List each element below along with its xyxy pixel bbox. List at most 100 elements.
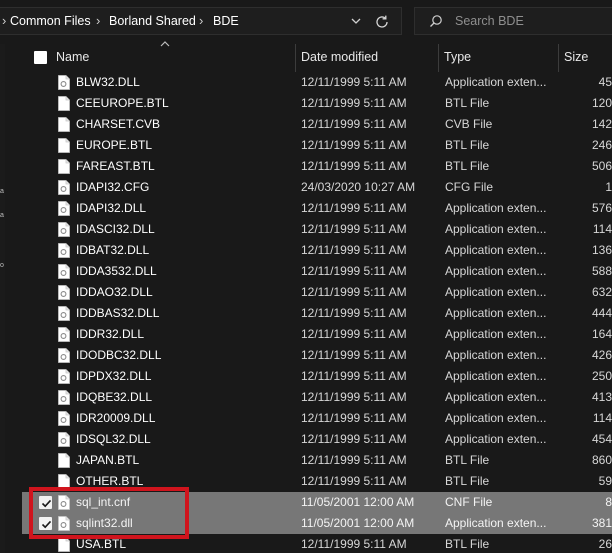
chevron-right-icon[interactable]: ›: [199, 14, 209, 28]
settings-file-icon: [58, 390, 70, 405]
file-type: Application exten...: [445, 306, 547, 320]
file-row[interactable]: CEEUROPE.BTL 12/11/1999 5:11 AM BTL File 12…: [22, 93, 612, 114]
search-box[interactable]: [414, 7, 612, 35]
settings-file-icon: [58, 180, 70, 195]
settings-file-icon: [58, 327, 70, 342]
toolbar: › Common Files › Borland Shared › BDE: [0, 0, 612, 44]
file-type: BTL File: [445, 138, 490, 152]
navigation-pane[interactable]: a a o: [0, 44, 5, 553]
column-size[interactable]: Size: [558, 44, 588, 72]
file-size: 114: [592, 411, 612, 425]
file-name[interactable]: IDAPI32.DLL: [76, 198, 298, 219]
file-row[interactable]: IDR20009.DLL 12/11/1999 5:11 AM Applicatio…: [22, 408, 612, 429]
search-input[interactable]: [455, 13, 605, 29]
file-row[interactable]: IDPDX32.DLL 12/11/1999 5:11 AM Application…: [22, 366, 612, 387]
file-name[interactable]: IDPDX32.DLL: [76, 366, 298, 387]
file-row[interactable]: FAREAST.BTL 12/11/1999 5:11 AM BTL File 506: [22, 156, 612, 177]
file-size: 45: [598, 75, 612, 89]
address-bar[interactable]: › Common Files › Borland Shared › BDE: [0, 7, 402, 35]
file-name[interactable]: EUROPE.BTL: [76, 135, 298, 156]
file-name[interactable]: IDASCI32.DLL: [76, 219, 298, 240]
file-name[interactable]: FAREAST.BTL: [76, 156, 298, 177]
file-icon: [58, 117, 70, 132]
file-size: 506: [591, 159, 612, 173]
file-type: Application exten...: [445, 369, 547, 383]
settings-file-icon: [58, 411, 70, 426]
file-date-modified: 24/03/2020 10:27 AM: [301, 180, 416, 194]
file-date-modified: 12/11/1999 5:11 AM: [301, 243, 407, 257]
file-name[interactable]: IDR20009.DLL: [76, 408, 298, 429]
file-row[interactable]: IDAPI32.DLL 12/11/1999 5:11 AM Application…: [22, 198, 612, 219]
nav-fragment: a: [0, 212, 4, 219]
column-date-modified[interactable]: Date modified: [295, 44, 378, 72]
file-date-modified: 12/11/1999 5:11 AM: [301, 138, 407, 152]
settings-file-icon: [58, 201, 70, 216]
file-row[interactable]: IDDR32.DLL 12/11/1999 5:11 AM Application …: [22, 324, 612, 345]
file-type: Application exten...: [445, 222, 547, 236]
file-type: BTL File: [445, 537, 490, 551]
file-type: Application exten...: [445, 285, 547, 299]
file-size: 114: [592, 222, 612, 236]
select-all-checkbox[interactable]: [34, 51, 47, 64]
column-type[interactable]: Type: [438, 44, 471, 72]
file-name[interactable]: IDDA3532.DLL: [76, 261, 298, 282]
chevron-down-icon[interactable]: [350, 14, 362, 28]
file-size: 413: [591, 390, 612, 404]
file-name[interactable]: BLW32.DLL: [76, 72, 298, 93]
file-name[interactable]: IDAPI32.CFG: [76, 177, 298, 198]
file-size: 1: [605, 180, 612, 194]
file-name[interactable]: CHARSET.CVB: [76, 114, 298, 135]
nav-fragment: a: [0, 188, 4, 195]
file-row[interactable]: EUROPE.BTL 12/11/1999 5:11 AM BTL File 246: [22, 135, 612, 156]
file-size: 632: [591, 285, 612, 299]
refresh-icon[interactable]: [373, 13, 391, 31]
file-name[interactable]: IDDAO32.DLL: [76, 282, 298, 303]
file-name[interactable]: IDODBC32.DLL: [76, 345, 298, 366]
file-size: 588: [591, 264, 612, 278]
file-size: 426: [591, 348, 612, 362]
file-row[interactable]: IDDAO32.DLL 12/11/1999 5:11 AM Application…: [22, 282, 612, 303]
file-row[interactable]: IDQBE32.DLL 12/11/1999 5:11 AM Application…: [22, 387, 612, 408]
settings-file-icon: [58, 264, 70, 279]
file-row[interactable]: CHARSET.CVB 12/11/1999 5:11 AM CVB File 142: [22, 114, 612, 135]
file-name[interactable]: IDDBAS32.DLL: [76, 303, 298, 324]
file-type: Application exten...: [445, 348, 547, 362]
column-name[interactable]: Name: [50, 44, 89, 72]
annotation-highlight-box: [29, 487, 189, 539]
file-size: 59: [598, 474, 612, 488]
file-date-modified: 12/11/1999 5:11 AM: [301, 411, 407, 425]
file-row[interactable]: IDDA3532.DLL 12/11/1999 5:11 AM Applicatio…: [22, 261, 612, 282]
file-type: CVB File: [445, 117, 493, 131]
file-name[interactable]: JAPAN.BTL: [76, 450, 298, 471]
file-date-modified: 12/11/1999 5:11 AM: [301, 537, 407, 551]
file-size: 8: [605, 495, 612, 509]
file-icon: [58, 537, 70, 552]
file-row[interactable]: IDSQL32.DLL 12/11/1999 5:11 AM Application…: [22, 429, 612, 450]
breadcrumb-borland-shared[interactable]: Borland Shared: [109, 14, 196, 28]
file-row[interactable]: BLW32.DLL 12/11/1999 5:11 AM Application e…: [22, 72, 612, 93]
file-row[interactable]: IDDBAS32.DLL 12/11/1999 5:11 AM Applicatio…: [22, 303, 612, 324]
file-row[interactable]: IDAPI32.CFG 24/03/2020 10:27 AM CFG File 1: [22, 177, 612, 198]
chevron-right-icon[interactable]: ›: [96, 14, 106, 28]
file-row[interactable]: IDBAT32.DLL 12/11/1999 5:11 AM Application…: [22, 240, 612, 261]
file-size: 120: [591, 96, 612, 110]
breadcrumb-common-files[interactable]: Common Files: [10, 14, 91, 28]
file-name[interactable]: IDBAT32.DLL: [76, 240, 298, 261]
file-row[interactable]: JAPAN.BTL 12/11/1999 5:11 AM BTL File 860: [22, 450, 612, 471]
file-date-modified: 12/11/1999 5:11 AM: [301, 159, 407, 173]
file-type: BTL File: [445, 474, 490, 488]
file-list: BLW32.DLL 12/11/1999 5:11 AM Application e…: [22, 72, 612, 553]
breadcrumb-bde[interactable]: BDE: [213, 14, 239, 28]
file-name[interactable]: IDQBE32.DLL: [76, 387, 298, 408]
file-name[interactable]: IDSQL32.DLL: [76, 429, 298, 450]
file-row[interactable]: IDODBC32.DLL 12/11/1999 5:11 AM Applicatio…: [22, 345, 612, 366]
file-date-modified: 12/11/1999 5:11 AM: [301, 327, 407, 341]
file-row[interactable]: IDASCI32.DLL 12/11/1999 5:11 AM Applicatio…: [22, 219, 612, 240]
settings-file-icon: [58, 369, 70, 384]
file-type: CNF File: [445, 495, 493, 509]
file-name[interactable]: CEEUROPE.BTL: [76, 93, 298, 114]
file-name[interactable]: IDDR32.DLL: [76, 324, 298, 345]
file-type: BTL File: [445, 96, 490, 110]
file-type: BTL File: [445, 453, 490, 467]
file-icon: [58, 453, 70, 468]
